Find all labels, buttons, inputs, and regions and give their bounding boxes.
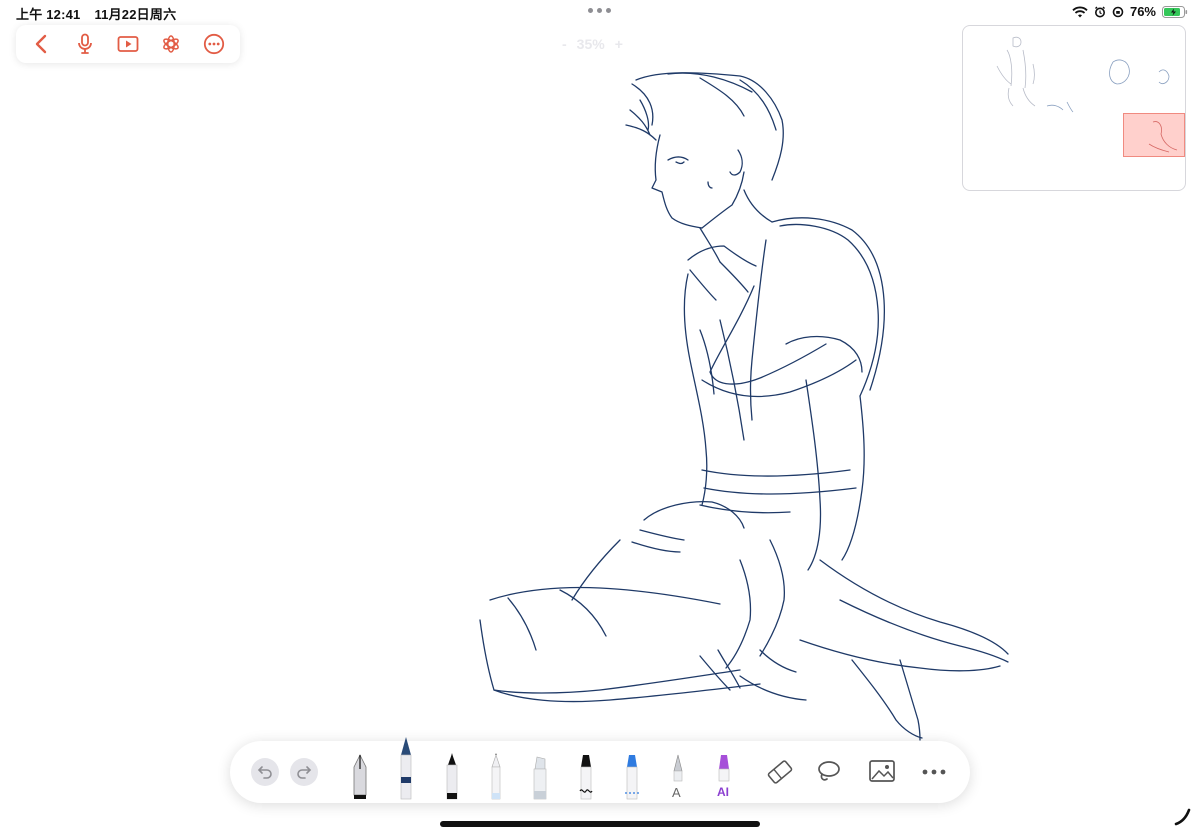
palette-more-button[interactable]: [914, 741, 954, 803]
ballpoint-pen-icon: [400, 737, 412, 800]
eraser-button[interactable]: [760, 741, 800, 803]
ai-pen-tool[interactable]: AI: [704, 741, 744, 803]
undo-icon: [257, 766, 272, 779]
dashed-pen-tool[interactable]: [612, 741, 652, 803]
ai-tool-label: AI: [717, 785, 729, 799]
figure-sketch: [479, 72, 1009, 741]
insert-image-button[interactable]: [862, 741, 902, 803]
image-icon: [869, 760, 895, 782]
fountain-pen-icon: [353, 754, 367, 799]
tool-palette: A AI: [230, 737, 970, 803]
lasso-icon: [818, 761, 840, 781]
canvas-minimap[interactable]: [962, 25, 1186, 191]
more-icon: [922, 769, 946, 775]
highlighter-tool[interactable]: [520, 741, 560, 803]
fountain-pen-tool[interactable]: [340, 741, 380, 803]
pencil-icon: [491, 753, 501, 800]
minimap-thumbnails: [996, 36, 1178, 153]
pencil-hover-indicator-icon: [1174, 808, 1191, 826]
lasso-button[interactable]: [808, 741, 848, 803]
home-indicator[interactable]: [440, 821, 760, 827]
shape-pen-tool[interactable]: [566, 741, 606, 803]
brush-pen-icon: [446, 753, 458, 800]
dashed-pen-icon: [625, 755, 639, 800]
highlighter-icon: [533, 756, 547, 800]
pencil-tool[interactable]: [476, 741, 516, 803]
text-tool-label: A: [672, 785, 681, 800]
undo-button[interactable]: [251, 758, 279, 786]
squiggle-pen-icon: [579, 755, 593, 800]
minimap-viewport[interactable]: [1123, 113, 1185, 157]
text-pen-tool[interactable]: A: [658, 741, 698, 803]
eraser-icon: [767, 760, 793, 784]
redo-icon: [297, 766, 312, 779]
brush-pen-tool[interactable]: [432, 741, 472, 803]
ballpoint-pen-tool[interactable]: [386, 733, 426, 800]
redo-button[interactable]: [290, 758, 318, 786]
